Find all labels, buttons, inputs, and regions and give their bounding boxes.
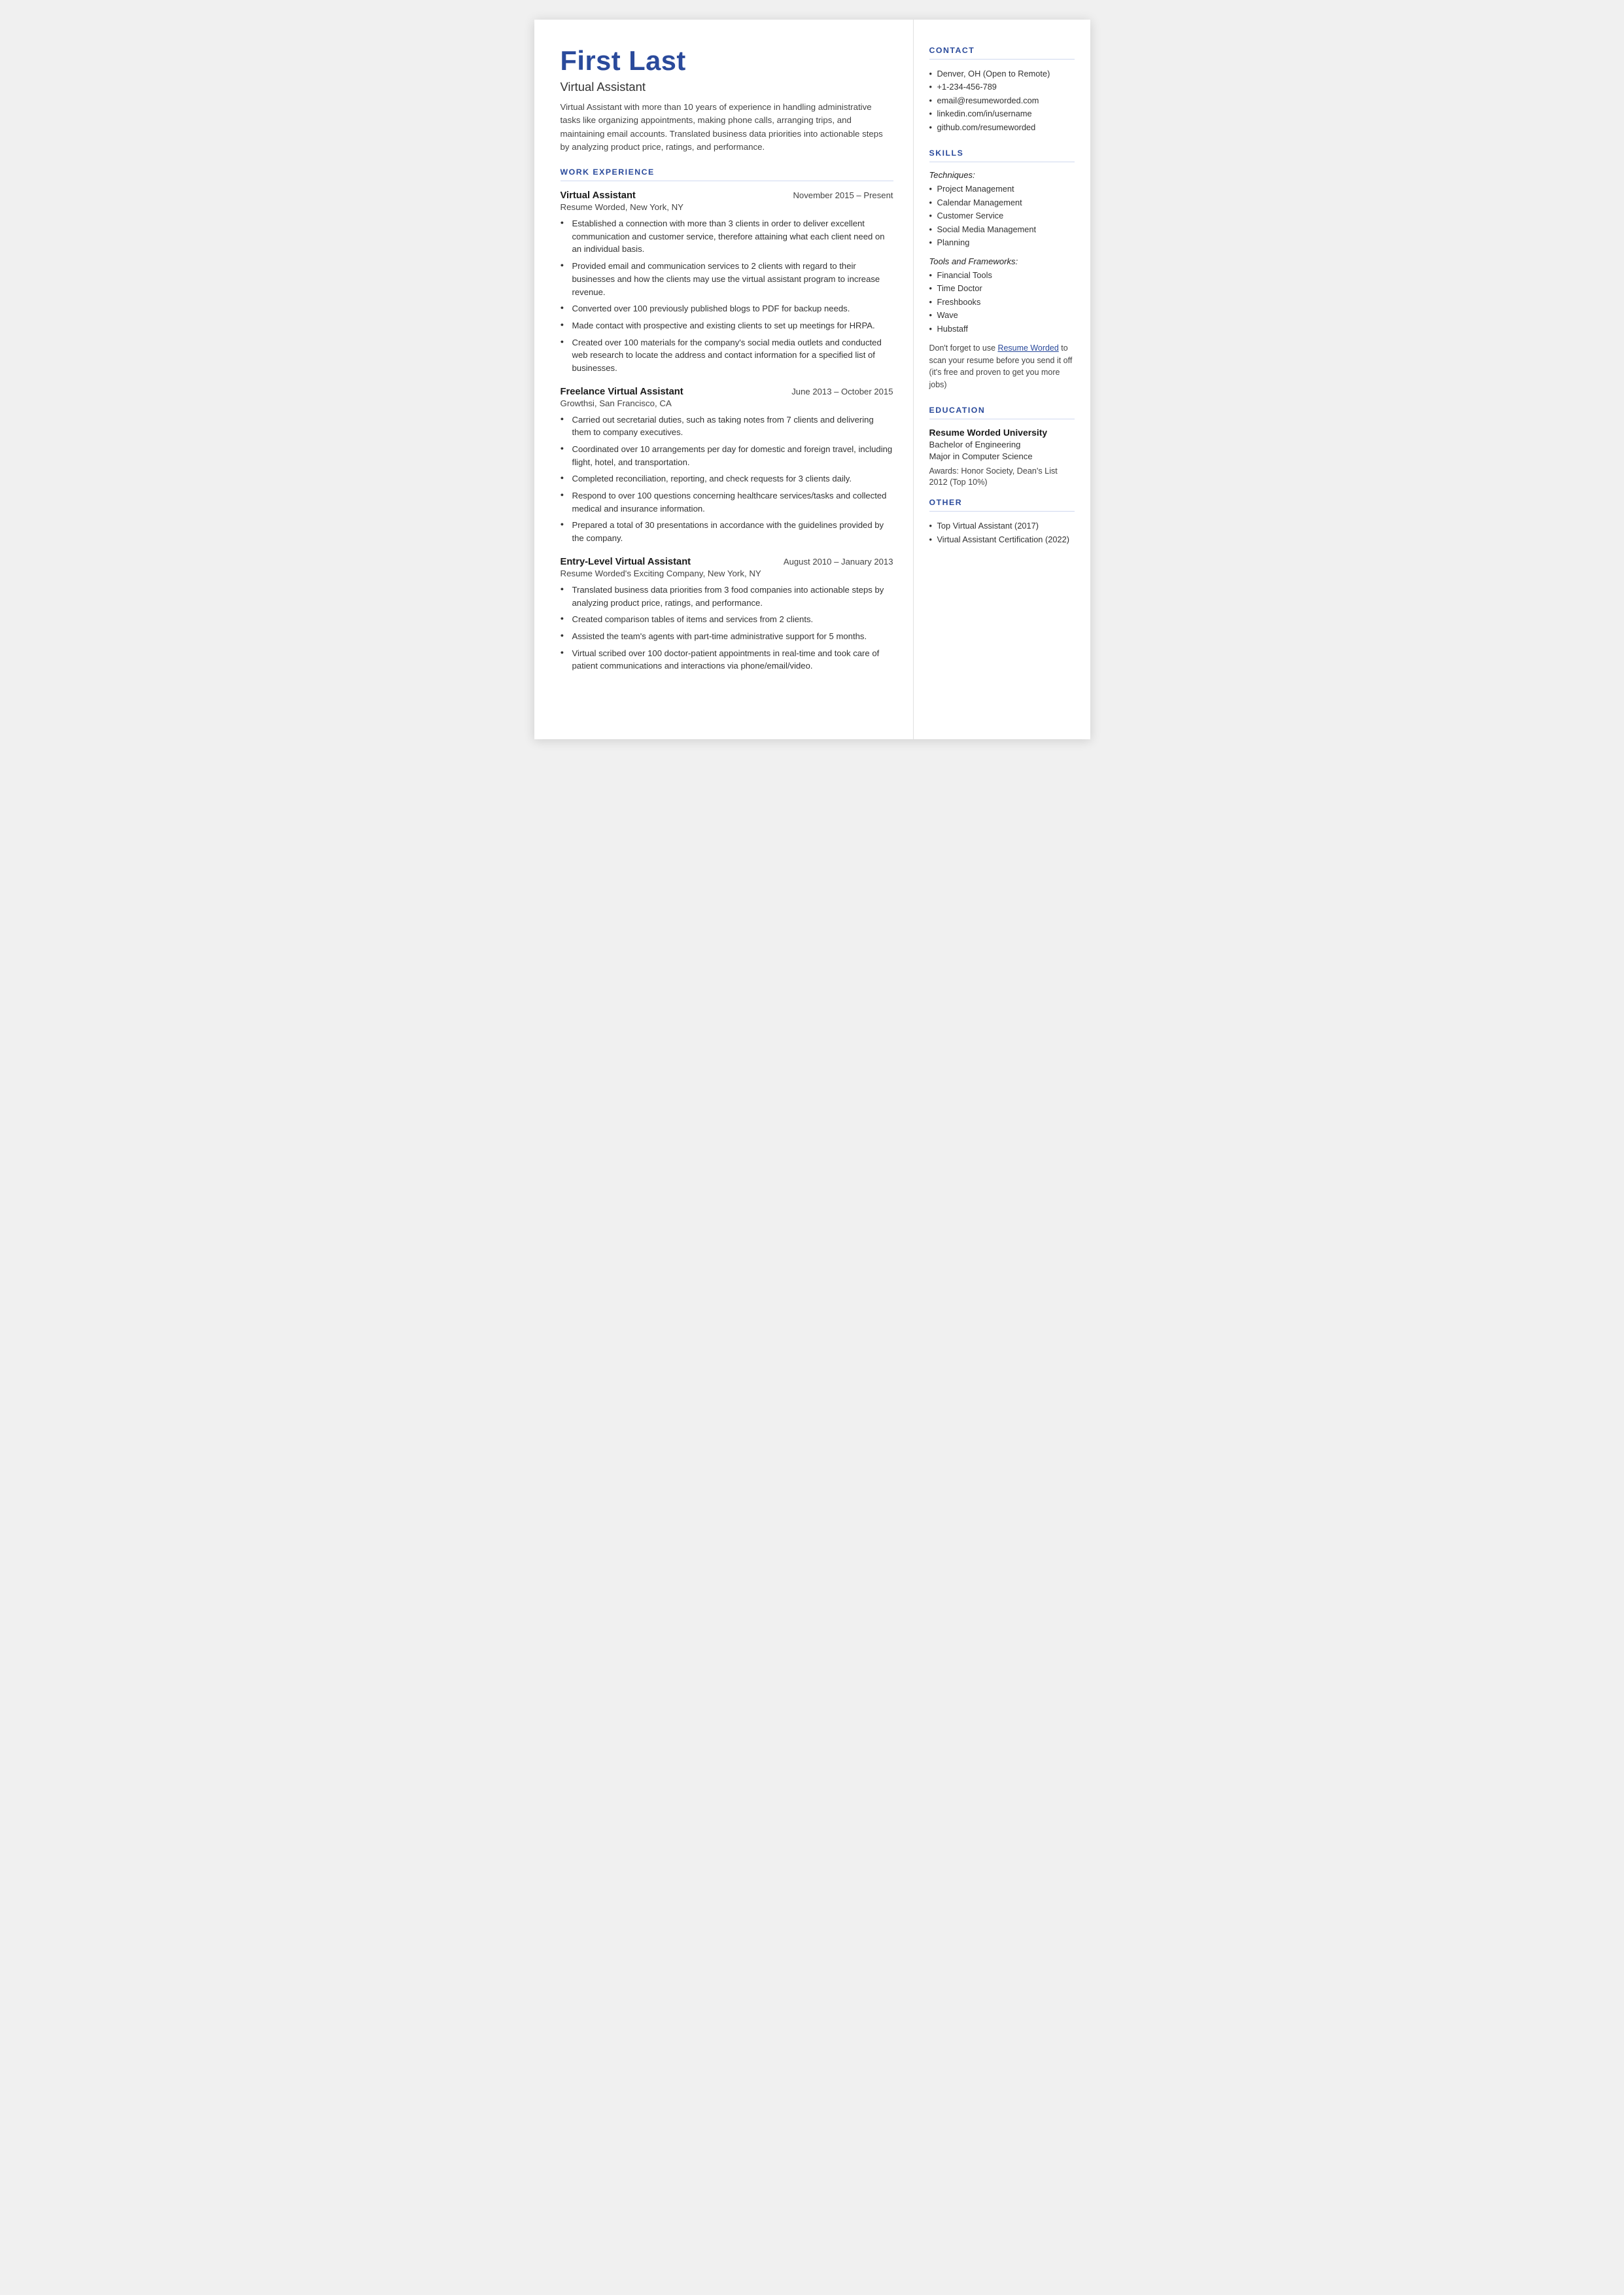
job-company-3: Resume Worded's Exciting Company, New Yo… <box>561 569 893 578</box>
skill-item: Wave <box>929 309 1075 322</box>
job-bullet: Assisted the team's agents with part-tim… <box>561 630 893 643</box>
skill-item: Customer Service <box>929 209 1075 222</box>
resume-page: First Last Virtual Assistant Virtual Ass… <box>534 20 1090 739</box>
job-bullet: Carried out secretarial duties, such as … <box>561 413 893 439</box>
job-title-2: Freelance Virtual Assistant <box>561 387 683 397</box>
candidate-name: First Last <box>561 46 893 76</box>
skill-item: Calendar Management <box>929 196 1075 209</box>
job-bullet: Prepared a total of 30 presentations in … <box>561 519 893 544</box>
job-bullet: Provided email and communication service… <box>561 260 893 298</box>
job-bullet: Virtual scribed over 100 doctor-patient … <box>561 647 893 673</box>
job-bullet: Made contact with prospective and existi… <box>561 319 893 332</box>
job-block-2: Freelance Virtual Assistant June 2013 – … <box>561 387 893 545</box>
left-column: First Last Virtual Assistant Virtual Ass… <box>534 20 914 739</box>
skills-note: Don't forget to use Resume Worded to sca… <box>929 342 1075 391</box>
edu-school: Resume Worded University <box>929 427 1075 438</box>
job-bullet: Created comparison tables of items and s… <box>561 613 893 626</box>
job-bullet: Translated business data priorities from… <box>561 584 893 609</box>
edu-degree-text: Bachelor of Engineering <box>929 440 1021 449</box>
job-dates-3: August 2010 – January 2013 <box>784 557 893 567</box>
job-bullet: Established a connection with more than … <box>561 217 893 256</box>
contact-divider <box>929 59 1075 60</box>
job-title-1: Virtual Assistant <box>561 190 636 201</box>
contact-item: Denver, OH (Open to Remote) <box>929 67 1075 80</box>
job-bullet: Coordinated over 10 arrangements per day… <box>561 443 893 468</box>
skills-section-title: SKILLS <box>929 149 1075 158</box>
skill-item: Freshbooks <box>929 296 1075 309</box>
work-experience-section-title: WORK EXPERIENCE <box>561 167 893 177</box>
job-block-3: Entry-Level Virtual Assistant August 201… <box>561 557 893 673</box>
contact-item: +1-234-456-789 <box>929 80 1075 94</box>
job-header-1: Virtual Assistant November 2015 – Presen… <box>561 190 893 201</box>
resume-worded-link[interactable]: Resume Worded <box>997 343 1058 353</box>
other-item: Top Virtual Assistant (2017) <box>929 519 1075 533</box>
other-item: Virtual Assistant Certification (2022) <box>929 533 1075 546</box>
contact-list: Denver, OH (Open to Remote) +1-234-456-7… <box>929 67 1075 134</box>
job-dates-1: November 2015 – Present <box>793 190 893 200</box>
skill-item: Hubstaff <box>929 323 1075 336</box>
other-section-title: OTHER <box>929 498 1075 507</box>
education-block: Resume Worded University Bachelor of Eng… <box>929 427 1075 489</box>
tools-label: Tools and Frameworks: <box>929 256 1075 266</box>
techniques-label: Techniques: <box>929 170 1075 180</box>
job-bullet: Respond to over 100 questions concerning… <box>561 489 893 515</box>
other-list: Top Virtual Assistant (2017) Virtual Ass… <box>929 519 1075 546</box>
skill-item: Financial Tools <box>929 269 1075 282</box>
job-header-2: Freelance Virtual Assistant June 2013 – … <box>561 387 893 397</box>
job-company-2: Growthsi, San Francisco, CA <box>561 398 893 408</box>
skill-item: Time Doctor <box>929 282 1075 295</box>
job-bullets-1: Established a connection with more than … <box>561 217 893 375</box>
edu-major: Major in Computer Science <box>929 451 1033 461</box>
job-bullets-2: Carried out secretarial duties, such as … <box>561 413 893 545</box>
skill-item: Project Management <box>929 183 1075 196</box>
candidate-summary: Virtual Assistant with more than 10 year… <box>561 101 893 154</box>
other-divider <box>929 511 1075 512</box>
education-section-title: EDUCATION <box>929 406 1075 415</box>
edu-awards: Awards: Honor Society, Dean's List 2012 … <box>929 466 1075 489</box>
tools-list: Financial Tools Time Doctor Freshbooks W… <box>929 269 1075 336</box>
contact-section-title: CONTACT <box>929 46 1075 55</box>
contact-item: github.com/resumeworded <box>929 121 1075 134</box>
job-header-3: Entry-Level Virtual Assistant August 201… <box>561 557 893 567</box>
job-bullet: Converted over 100 previously published … <box>561 302 893 315</box>
skills-note-pre: Don't forget to use <box>929 343 998 353</box>
candidate-title: Virtual Assistant <box>561 80 893 94</box>
job-company-1: Resume Worded, New York, NY <box>561 202 893 212</box>
right-column: CONTACT Denver, OH (Open to Remote) +1-2… <box>914 20 1090 739</box>
job-bullet: Completed reconciliation, reporting, and… <box>561 472 893 485</box>
job-block-1: Virtual Assistant November 2015 – Presen… <box>561 190 893 375</box>
edu-degree: Bachelor of Engineering Major in Compute… <box>929 439 1075 463</box>
job-bullet: Created over 100 materials for the compa… <box>561 336 893 375</box>
skill-item: Planning <box>929 236 1075 249</box>
skill-item: Social Media Management <box>929 223 1075 236</box>
techniques-list: Project Management Calendar Management C… <box>929 183 1075 249</box>
contact-item: linkedin.com/in/username <box>929 107 1075 120</box>
job-dates-2: June 2013 – October 2015 <box>791 387 893 396</box>
job-bullets-3: Translated business data priorities from… <box>561 584 893 673</box>
contact-item: email@resumeworded.com <box>929 94 1075 107</box>
job-title-3: Entry-Level Virtual Assistant <box>561 557 691 567</box>
